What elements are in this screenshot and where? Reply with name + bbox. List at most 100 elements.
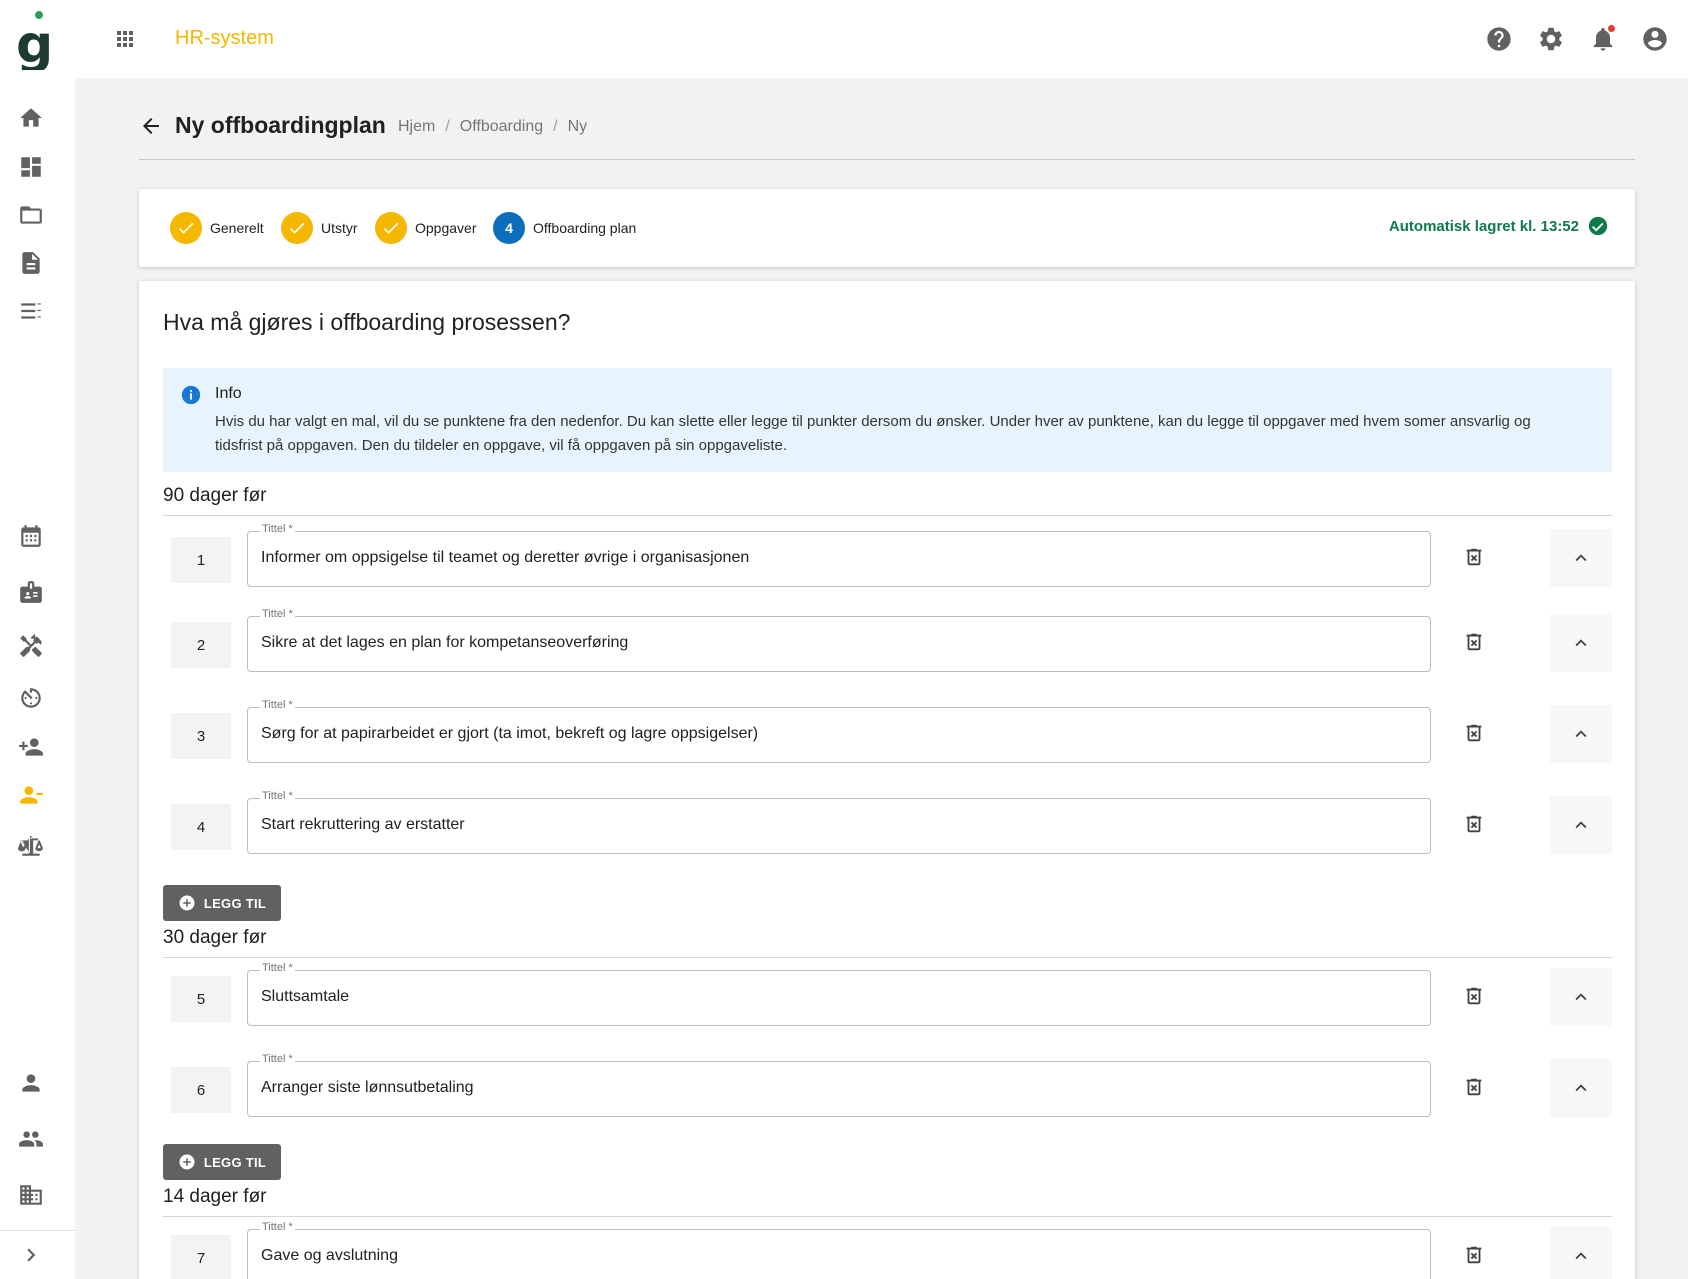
field-value[interactable]: Sikre at det lages en plan for kompetans… — [261, 634, 628, 652]
app-logo[interactable]: g — [14, 10, 60, 70]
breadcrumb-offboarding[interactable]: Offboarding — [460, 118, 543, 136]
collapse-button[interactable] — [1550, 968, 1612, 1026]
chevron-up-icon — [1575, 993, 1587, 1001]
title-field[interactable]: Tittel * Sikre at det lages en plan for … — [247, 608, 1431, 672]
page-header: Ny offboardingplan Hjem / Offboarding / … — [139, 108, 1635, 160]
folder-icon[interactable] — [17, 201, 45, 229]
field-value[interactable]: Sørg for at papirarbeidet er gjort (ta i… — [261, 725, 758, 743]
info-box: Info Hvis du har valgt en mal, vil du se… — [163, 368, 1612, 472]
title-field[interactable]: Tittel * Start rekruttering av erstatter — [247, 790, 1431, 854]
scale-icon[interactable] — [17, 832, 45, 860]
breadcrumb-home[interactable]: Hjem — [398, 118, 435, 136]
delete-icon[interactable] — [1463, 722, 1487, 746]
collapse-button[interactable] — [1550, 529, 1612, 587]
plan-item: 5 Tittel * Sluttsamtale — [163, 962, 1612, 1030]
field-value[interactable]: Sluttsamtale — [261, 988, 349, 1006]
delete-icon[interactable] — [1463, 631, 1487, 655]
person-icon[interactable] — [17, 1069, 45, 1097]
delete-icon[interactable] — [1463, 546, 1487, 570]
collapse-button[interactable] — [1550, 1059, 1612, 1117]
step-label: Offboarding plan — [533, 220, 637, 236]
info-title: Info — [215, 385, 242, 402]
timer-icon[interactable] — [17, 684, 45, 712]
collapse-button[interactable] — [1550, 796, 1612, 854]
field-label: Tittel * — [260, 1221, 295, 1233]
settings-icon[interactable] — [1537, 25, 1565, 53]
back-arrow-icon[interactable] — [139, 114, 163, 138]
step-oppgaver[interactable]: Oppgaver — [375, 212, 476, 244]
item-number: 2 — [171, 622, 231, 668]
plan-item: 7 Tittel * Gave og avslutning — [163, 1221, 1612, 1279]
field-label: Tittel * — [260, 1053, 295, 1065]
building-icon[interactable] — [17, 1181, 45, 1209]
chevron-up-icon — [1575, 730, 1587, 738]
collapse-button[interactable] — [1550, 614, 1612, 672]
check-icon — [281, 212, 313, 244]
person-remove-icon[interactable] — [17, 781, 45, 809]
info-text: Hvis du har valgt en mal, vil du se punk… — [215, 413, 1531, 454]
add-item-button[interactable]: LEGG TIL — [163, 885, 281, 921]
item-number: 1 — [171, 537, 231, 583]
tools-icon[interactable] — [17, 632, 45, 660]
plan-item: 4 Tittel * Start rekruttering av erstatt… — [163, 790, 1612, 858]
field-label: Tittel * — [260, 962, 295, 974]
group-icon[interactable] — [17, 1125, 45, 1153]
step-utstyr[interactable]: Utstyr — [281, 212, 358, 244]
item-number: 5 — [171, 976, 231, 1022]
add-circle-icon — [179, 895, 195, 911]
svg-text:g: g — [16, 15, 53, 70]
title-field[interactable]: Tittel * Arranger siste lønnsutbetaling — [247, 1053, 1431, 1117]
chevron-up-icon — [1575, 821, 1587, 829]
field-value[interactable]: Arranger siste lønnsutbetaling — [261, 1079, 474, 1097]
title-field[interactable]: Tittel * Sluttsamtale — [247, 962, 1431, 1026]
title-field[interactable]: Tittel * Informer om oppsigelse til team… — [247, 523, 1431, 587]
account-icon[interactable] — [1641, 25, 1669, 53]
section-divider — [163, 515, 1612, 516]
add-item-button[interactable]: LEGG TIL — [163, 1144, 281, 1180]
section-divider — [163, 1216, 1612, 1217]
breadcrumb-separator: / — [553, 118, 558, 135]
plan-item: 6 Tittel * Arranger siste lønnsutbetalin… — [163, 1053, 1612, 1121]
collapse-button[interactable] — [1550, 1227, 1612, 1279]
field-label: Tittel * — [260, 790, 295, 802]
section-title-30: 30 dager før — [163, 927, 267, 948]
field-label: Tittel * — [260, 608, 295, 620]
calendar-icon[interactable] — [17, 522, 45, 550]
app-title[interactable]: HR-system — [175, 27, 274, 50]
delete-icon[interactable] — [1463, 1076, 1487, 1100]
chevron-right-icon[interactable] — [17, 1241, 45, 1269]
delete-icon[interactable] — [1463, 1244, 1487, 1268]
section-title-90: 90 dager før — [163, 485, 267, 506]
document-icon[interactable] — [17, 249, 45, 277]
step-generelt[interactable]: Generelt — [170, 212, 264, 244]
home-icon[interactable] — [17, 104, 45, 132]
step-label: Generelt — [210, 220, 264, 236]
notifications-icon[interactable] — [1589, 23, 1617, 53]
check-icon — [375, 212, 407, 244]
dashboard-icon[interactable] — [17, 153, 45, 181]
delete-icon[interactable] — [1463, 985, 1487, 1009]
field-value[interactable]: Gave og avslutning — [261, 1247, 398, 1265]
apps-grid-icon[interactable] — [113, 27, 137, 51]
delete-icon[interactable] — [1463, 813, 1487, 837]
chevron-up-icon — [1575, 1084, 1587, 1092]
plan-item: 1 Tittel * Informer om oppsigelse til te… — [163, 523, 1612, 591]
title-field[interactable]: Tittel * Gave og avslutning — [247, 1221, 1431, 1279]
item-number: 3 — [171, 713, 231, 759]
field-value[interactable]: Start rekruttering av erstatter — [261, 816, 465, 834]
step-offboarding-plan[interactable]: 4 Offboarding plan — [493, 212, 636, 244]
field-value[interactable]: Informer om oppsigelse til teamet og der… — [261, 549, 749, 567]
plan-item: 3 Tittel * Sørg for at papirarbeidet er … — [163, 699, 1612, 767]
step-label: Oppgaver — [415, 220, 477, 236]
badge-icon[interactable] — [17, 578, 45, 606]
notification-badge — [1606, 23, 1617, 34]
step-number: 4 — [493, 212, 525, 244]
info-icon — [181, 385, 201, 405]
person-add-icon[interactable] — [17, 733, 45, 761]
help-icon[interactable] — [1485, 25, 1513, 53]
collapse-button[interactable] — [1550, 705, 1612, 763]
checklist-icon[interactable] — [17, 297, 45, 325]
step-label: Utstyr — [321, 220, 358, 236]
offboarding-plan-card: Hva må gjøres i offboarding prosessen? I… — [139, 281, 1635, 1279]
title-field[interactable]: Tittel * Sørg for at papirarbeidet er gj… — [247, 699, 1431, 763]
